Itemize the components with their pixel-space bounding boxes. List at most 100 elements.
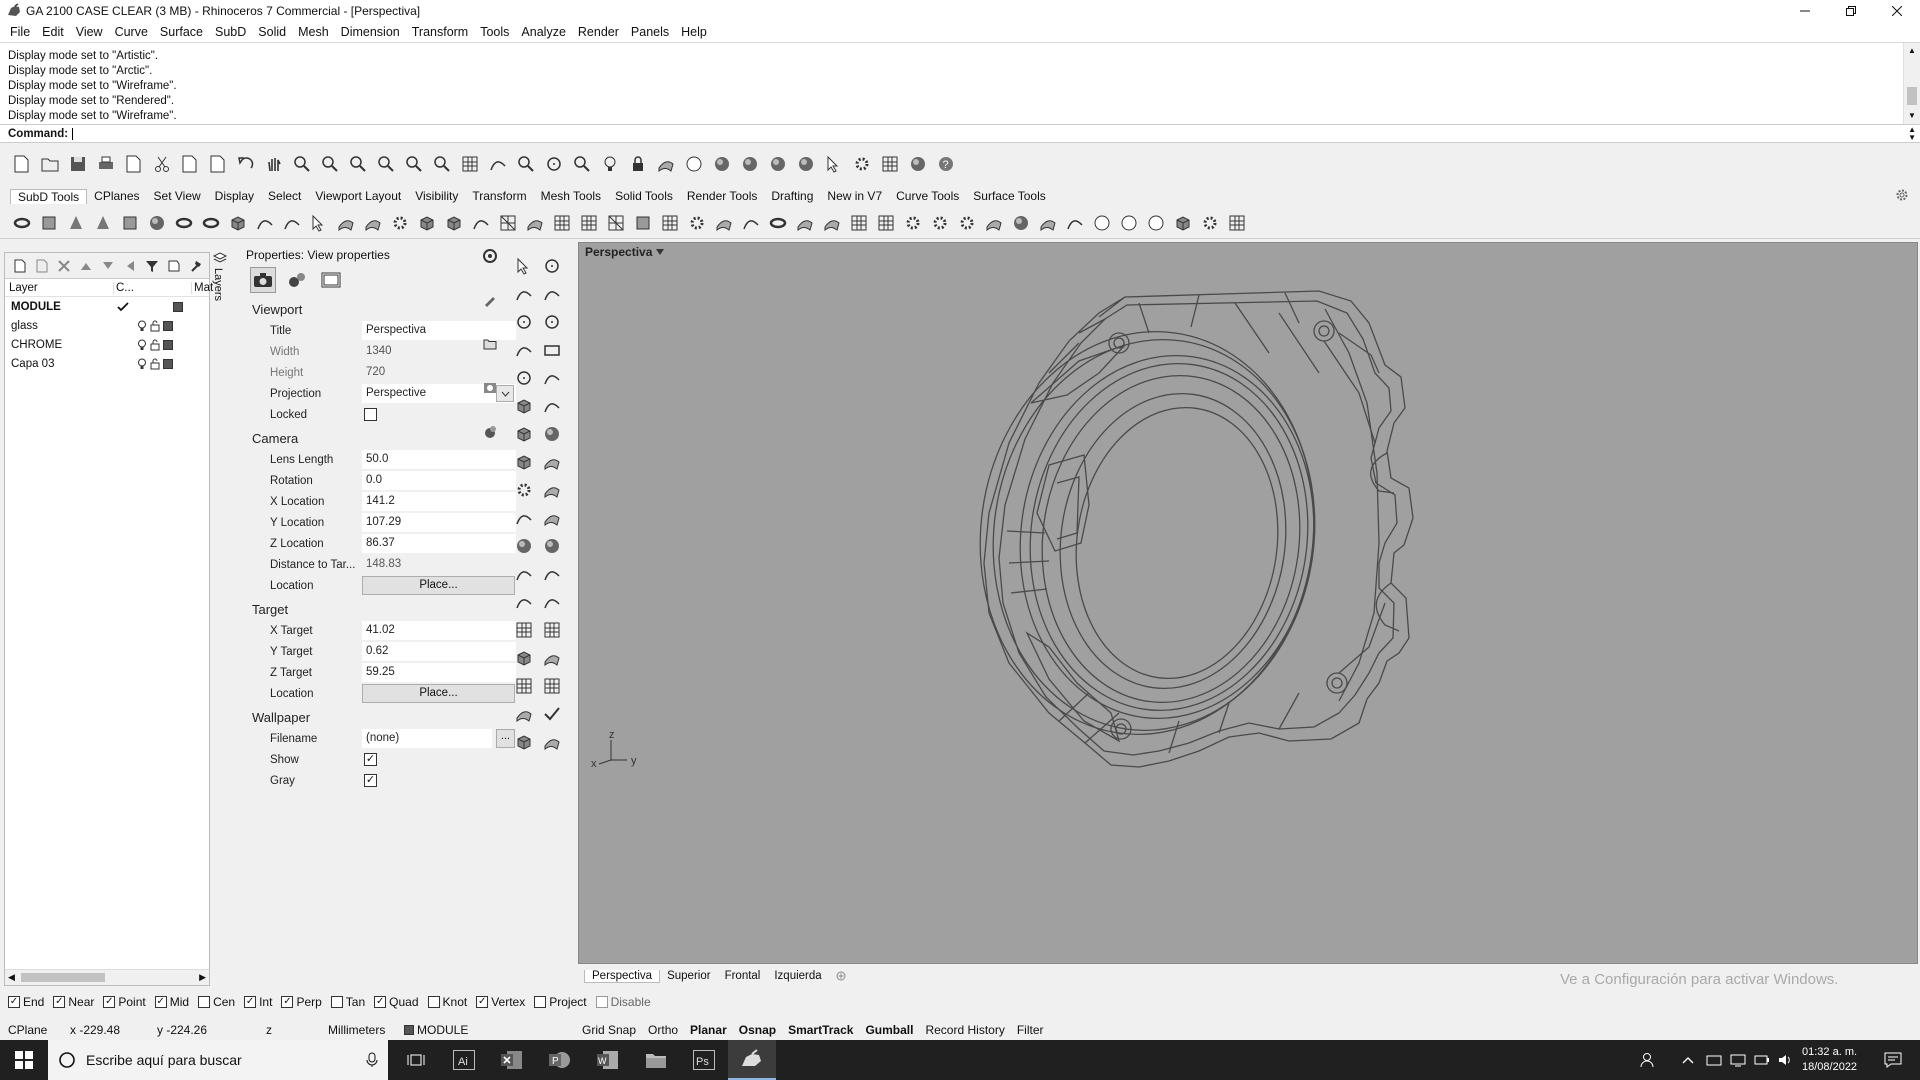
osnap-checkbox[interactable] xyxy=(198,996,211,1008)
layers-side-tab[interactable]: Layers xyxy=(212,252,232,312)
sphere-icon[interactable] xyxy=(904,150,932,178)
surf-icon[interactable] xyxy=(521,209,548,237)
sphereW-icon[interactable] xyxy=(1115,209,1142,237)
delete-icon[interactable] xyxy=(53,255,75,277)
osnap-end[interactable]: ✓ End xyxy=(8,995,44,1009)
lock-icon[interactable] xyxy=(150,320,160,332)
curve-icon[interactable] xyxy=(251,209,278,237)
osnap-checkbox[interactable]: ✓ xyxy=(103,996,116,1008)
clock-date[interactable]: 18/08/2022 xyxy=(1802,1060,1857,1075)
word-icon[interactable]: W xyxy=(584,1040,632,1080)
illustrator-icon[interactable]: Ai xyxy=(440,1040,488,1080)
doc-icon[interactable] xyxy=(8,150,36,178)
surf-icon[interactable] xyxy=(818,209,845,237)
circle-icon[interactable] xyxy=(540,150,568,178)
sphere-icon[interactable] xyxy=(538,420,566,448)
bulb-icon[interactable] xyxy=(596,150,624,178)
gear-icon[interactable] xyxy=(953,209,980,237)
osnap-checkbox[interactable]: ✓ xyxy=(8,996,20,1008)
menu-help[interactable]: Help xyxy=(675,25,713,39)
clock-time[interactable]: 01:32 a. m. xyxy=(1802,1045,1857,1060)
rhino-taskbar-icon[interactable] xyxy=(728,1040,776,1080)
zoom-icon[interactable] xyxy=(428,150,456,178)
display-tab-icon[interactable] xyxy=(480,378,500,398)
tab-surface-tools[interactable]: Surface Tools xyxy=(966,189,1053,203)
osnap-mid[interactable]: ✓ Mid xyxy=(154,995,189,1009)
zoom-icon[interactable] xyxy=(288,150,316,178)
microphone-icon[interactable] xyxy=(366,1052,378,1068)
curve-icon[interactable] xyxy=(510,280,538,308)
surf-icon[interactable] xyxy=(538,728,566,756)
menu-edit[interactable]: Edit xyxy=(36,25,70,39)
osnap-checkbox[interactable]: ✓ xyxy=(53,996,66,1008)
osnap-vertex[interactable]: ✓ Vertex xyxy=(476,995,525,1009)
cone-icon[interactable] xyxy=(62,209,89,237)
curve-icon[interactable] xyxy=(538,392,566,420)
close-icon[interactable] xyxy=(1874,0,1920,22)
layers-horizontal-scrollbar[interactable]: ◀ ▶ xyxy=(5,969,209,985)
task-view-icon[interactable] xyxy=(392,1040,440,1080)
menu-dimension[interactable]: Dimension xyxy=(335,25,406,39)
zoom-icon[interactable] xyxy=(316,150,344,178)
grid-icon[interactable] xyxy=(548,209,575,237)
cube-icon[interactable] xyxy=(440,209,467,237)
sphere-icon[interactable] xyxy=(510,532,538,560)
grid-icon[interactable] xyxy=(538,616,566,644)
help-icon[interactable]: ? xyxy=(932,150,960,178)
osnap-checkbox[interactable]: ✓ xyxy=(374,996,387,1008)
curve-icon[interactable] xyxy=(538,280,566,308)
sphere-icon[interactable] xyxy=(708,150,736,178)
toggle-filter[interactable]: Filter xyxy=(1011,1023,1050,1037)
surf-icon[interactable] xyxy=(538,448,566,476)
materials-tab-icon[interactable] xyxy=(480,422,500,442)
powerpoint-icon[interactable]: P xyxy=(536,1040,584,1080)
layer-tools-icon[interactable] xyxy=(163,255,185,277)
properties-tab-icon[interactable] xyxy=(480,246,500,266)
toggle-planar[interactable]: Planar xyxy=(684,1023,733,1037)
sphere-icon[interactable] xyxy=(736,150,764,178)
osnap-checkbox[interactable]: ✓ xyxy=(281,996,294,1008)
new-layer-icon[interactable] xyxy=(9,255,31,277)
filename-field[interactable]: (none) xyxy=(362,729,492,748)
osnap-checkbox[interactable]: ✓ xyxy=(244,996,257,1008)
surf-icon[interactable] xyxy=(510,700,538,728)
cube-icon[interactable] xyxy=(1169,209,1196,237)
cube-icon[interactable] xyxy=(510,728,538,756)
zoom-icon[interactable] xyxy=(400,150,428,178)
tab-visibility[interactable]: Visibility xyxy=(408,189,465,203)
sphere-icon[interactable] xyxy=(792,150,820,178)
tab-transform[interactable]: Transform xyxy=(465,189,533,203)
menu-mesh[interactable]: Mesh xyxy=(292,25,335,39)
render-settings-icon[interactable] xyxy=(284,267,310,293)
scissors-icon[interactable] xyxy=(148,150,176,178)
grid-icon[interactable] xyxy=(872,209,899,237)
material-column-header[interactable]: Mat xyxy=(191,281,213,294)
move-up-icon[interactable] xyxy=(75,255,97,277)
cube-icon[interactable] xyxy=(510,644,538,672)
gear-icon[interactable] xyxy=(899,209,926,237)
osnap-quad[interactable]: ✓ Quad xyxy=(374,995,419,1009)
filter-icon[interactable] xyxy=(141,255,163,277)
move-down-icon[interactable] xyxy=(97,255,119,277)
torus-icon[interactable] xyxy=(764,209,791,237)
layer-row[interactable]: MODULE xyxy=(5,297,209,316)
torus-icon[interactable] xyxy=(170,209,197,237)
sphere-icon[interactable] xyxy=(1007,209,1034,237)
current-column-header[interactable]: C... xyxy=(113,281,134,294)
lightbulb-icon[interactable] xyxy=(137,339,147,351)
toggle-smarttrack[interactable]: SmartTrack xyxy=(782,1023,859,1037)
cube-icon[interactable] xyxy=(224,209,251,237)
tab-superior[interactable]: Superior xyxy=(660,970,717,982)
scroll-left-icon[interactable]: ◀ xyxy=(8,972,15,983)
circle-icon[interactable] xyxy=(538,308,566,336)
menu-transform[interactable]: Transform xyxy=(406,25,475,39)
scroll-right-icon[interactable]: ▶ xyxy=(199,972,206,983)
grid-icon[interactable] xyxy=(876,150,904,178)
zoom-icon[interactable] xyxy=(568,150,596,178)
tab-frontal[interactable]: Frontal xyxy=(718,970,768,982)
tab-viewport-layout[interactable]: Viewport Layout xyxy=(308,189,408,203)
osnap-checkbox[interactable] xyxy=(330,996,343,1008)
windows-start-icon[interactable] xyxy=(0,1040,48,1080)
volume-icon[interactable] xyxy=(1778,1040,1794,1080)
grid-icon[interactable] xyxy=(456,150,484,178)
